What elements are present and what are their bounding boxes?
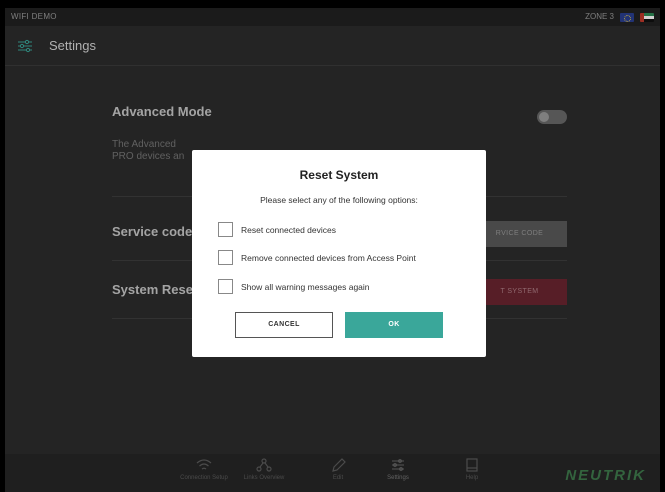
dialog-subtitle: Please select any of the following optio… xyxy=(260,195,418,205)
option-label: Remove connected devices from Access Poi… xyxy=(241,252,416,263)
option-label: Reset connected devices xyxy=(241,224,336,235)
remove-devices-checkbox[interactable] xyxy=(218,250,233,265)
dialog-title: Reset System xyxy=(299,168,379,182)
cancel-button[interactable]: CANCEL xyxy=(235,312,333,338)
option-show-warnings[interactable]: Show all warning messages again xyxy=(218,279,370,294)
option-reset-devices[interactable]: Reset connected devices xyxy=(218,222,336,237)
reset-devices-checkbox[interactable] xyxy=(218,222,233,237)
option-remove-devices[interactable]: Remove connected devices from Access Poi… xyxy=(218,250,416,265)
ok-button[interactable]: OK xyxy=(345,312,443,338)
show-warnings-checkbox[interactable] xyxy=(218,279,233,294)
reset-system-dialog: Reset System Please select any of the fo… xyxy=(192,150,486,357)
option-label: Show all warning messages again xyxy=(241,281,370,292)
